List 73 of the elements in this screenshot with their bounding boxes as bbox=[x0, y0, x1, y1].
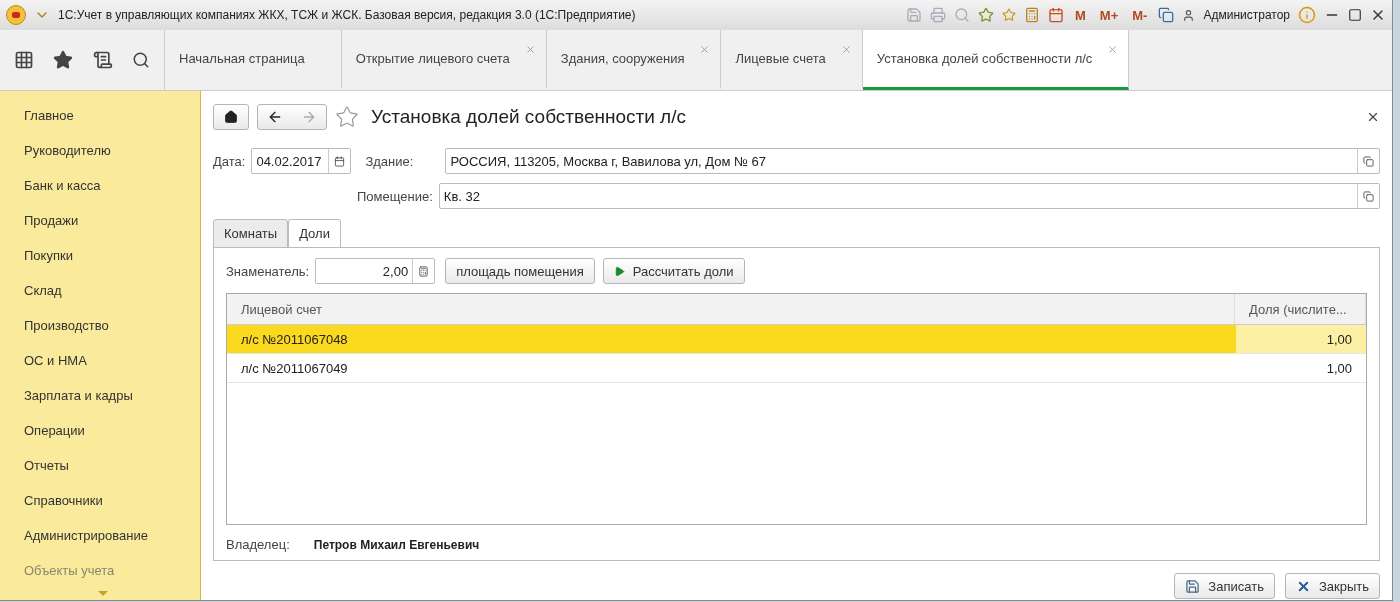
window-title: 1С:Учет в управляющих компаниях ЖКХ, ТСЖ и ЖСК. Базовая версия, редакция 3.0 (1С:Предприятие) bbox=[58, 8, 636, 22]
date-field[interactable]: 04.02.2017 bbox=[251, 148, 352, 174]
table-cell-text: л/с №2011067048 bbox=[240, 330, 349, 349]
apps-icon[interactable] bbox=[13, 50, 34, 70]
calculator-icon[interactable] bbox=[1024, 7, 1040, 23]
building-field[interactable]: РОССИЯ, 113205, Москва г, Вавилова ул, Дом № 67 bbox=[445, 148, 1380, 174]
save-icon bbox=[1185, 578, 1201, 594]
home-button[interactable] bbox=[213, 104, 249, 130]
sidebar-item[interactable]: Операции bbox=[0, 413, 200, 448]
sidebar-item[interactable]: Главное bbox=[0, 98, 200, 133]
calendar-icon bbox=[334, 155, 346, 167]
user-icon bbox=[1182, 8, 1196, 22]
sidebar-item[interactable]: Склад bbox=[0, 273, 200, 308]
calculator-icon bbox=[418, 265, 430, 277]
table-cell: 1,00 bbox=[1236, 325, 1366, 353]
sidebar-item[interactable]: ОС и НМА bbox=[0, 343, 200, 378]
print-icon[interactable] bbox=[930, 7, 946, 23]
sidebar-item[interactable]: Руководителю bbox=[0, 133, 200, 168]
sidebar-item[interactable]: Производство bbox=[0, 308, 200, 343]
sidebar-item[interactable]: Продажи bbox=[0, 203, 200, 238]
denominator-field[interactable]: 2,00 bbox=[315, 258, 436, 284]
column-header[interactable]: Доля (числите... bbox=[1235, 294, 1366, 324]
tab[interactable]: Комнаты bbox=[213, 219, 289, 248]
field-label: Знаменатель: bbox=[226, 263, 310, 279]
sidebar-item[interactable]: Администрирование bbox=[0, 518, 200, 553]
sidebar-item[interactable]: Зарплата и кадры bbox=[0, 378, 200, 413]
tab[interactable]: Доли bbox=[288, 219, 341, 248]
search-icon[interactable] bbox=[132, 51, 151, 69]
tab[interactable]: Установка долей собственности л/с bbox=[862, 30, 1130, 90]
close-tab-icon[interactable] bbox=[1107, 44, 1119, 55]
maximize-icon[interactable] bbox=[1348, 8, 1362, 22]
preview-icon[interactable] bbox=[954, 7, 970, 23]
memory-button[interactable]: M- bbox=[1129, 7, 1151, 23]
room-area-button[interactable]: площадь помещения bbox=[445, 258, 595, 284]
field-label: Дата: bbox=[213, 153, 246, 169]
close-tab-icon[interactable] bbox=[840, 44, 852, 55]
close-button[interactable]: Закрыть bbox=[1284, 573, 1380, 599]
info-icon[interactable] bbox=[1298, 6, 1316, 24]
table-cell-text: 1,00 bbox=[1325, 359, 1353, 378]
field-label: Здание: bbox=[365, 153, 415, 169]
play-icon bbox=[613, 265, 625, 277]
room-field[interactable]: Кв. 32 bbox=[438, 183, 1380, 209]
save-button[interactable]: Записать bbox=[1174, 573, 1275, 599]
home-icon bbox=[224, 110, 238, 124]
memory-button[interactable]: M bbox=[1072, 7, 1089, 23]
favorites-icon[interactable] bbox=[53, 50, 74, 70]
sidebar-item[interactable]: Отчеты bbox=[0, 448, 200, 483]
sidebar-item[interactable]: Покупки bbox=[0, 238, 200, 273]
open-icon bbox=[1363, 155, 1374, 167]
open-icon bbox=[1363, 190, 1374, 202]
close-icon[interactable] bbox=[1366, 110, 1380, 124]
form-title: Установка долей собственности л/с bbox=[371, 106, 686, 128]
user-name[interactable]: Администратор bbox=[1203, 8, 1290, 22]
forward-arrow-icon bbox=[301, 109, 317, 125]
table-row[interactable]: л/с №2011067048 1,00 bbox=[227, 325, 1366, 354]
close-tab-icon[interactable] bbox=[699, 44, 711, 55]
scroll-down-icon[interactable] bbox=[98, 591, 108, 596]
calculate-button[interactable]: Рассчитать доли bbox=[602, 258, 745, 284]
sidebar-item[interactable]: Справочники bbox=[0, 483, 200, 518]
save-icon[interactable] bbox=[906, 7, 922, 23]
field-label: Помещение: bbox=[357, 188, 433, 204]
column-header[interactable]: Лицевой счет bbox=[227, 294, 1235, 324]
table-cell-text: л/с №2011067049 bbox=[240, 359, 349, 378]
star-icon[interactable] bbox=[978, 7, 994, 23]
app-logo-icon bbox=[6, 5, 26, 25]
star-icon[interactable] bbox=[335, 105, 359, 129]
sidebar-item[interactable]: Банк и касса bbox=[0, 168, 200, 203]
field-label: Владелец: bbox=[226, 537, 290, 552]
memory-button[interactable]: M+ bbox=[1096, 7, 1122, 23]
calendar-icon[interactable] bbox=[1048, 7, 1064, 23]
back-arrow-icon bbox=[267, 109, 283, 125]
close-tab-icon[interactable] bbox=[524, 44, 536, 55]
owner-name: Петров Михаил Евгеньевич bbox=[313, 537, 480, 552]
